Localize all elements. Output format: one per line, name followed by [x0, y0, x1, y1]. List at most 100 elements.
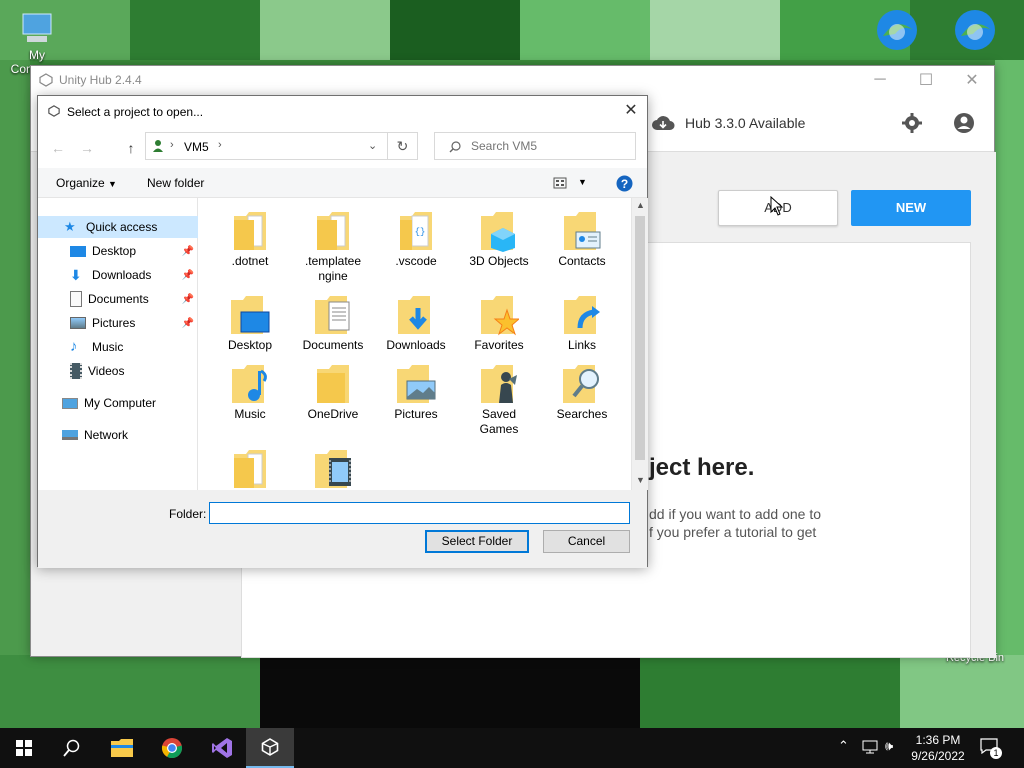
up-arrow-icon[interactable]: ↑ [122, 139, 140, 157]
help-icon[interactable]: ? [616, 175, 633, 192]
folder-item[interactable]: OneDrive [296, 363, 370, 422]
star-icon: ★ [64, 219, 76, 234]
edge-icon [877, 10, 917, 50]
file-explorer-taskbar-button[interactable] [98, 728, 146, 768]
windows-logo-icon [16, 740, 32, 756]
sidebar-item-label: Documents [88, 292, 149, 306]
folder-item[interactable] [296, 448, 370, 490]
refresh-button[interactable]: ↻ [388, 132, 418, 160]
chevron-down-icon[interactable]: ⌄ [368, 139, 377, 152]
forward-arrow-icon[interactable]: → [78, 139, 96, 157]
folder-item[interactable]: {} .vscode [379, 210, 453, 269]
code-folder-icon: {} [400, 212, 432, 250]
sidebar-item-downloads[interactable]: ⬇ Downloads 📌 [38, 264, 198, 286]
folder-item[interactable]: Saved Games [462, 363, 536, 437]
searches-folder-icon [563, 365, 599, 403]
clock-time: 1:36 PM [915, 733, 961, 747]
sidebar-item-quick-access[interactable]: ★ Quick access [38, 216, 198, 238]
hub-titlebar[interactable]: Unity Hub 2.4.4 ─ ☐ ✕ [31, 66, 994, 94]
saved-games-folder-icon [481, 365, 517, 403]
sidebar-item-videos[interactable]: Videos [38, 360, 198, 382]
clock-date: 9/26/2022 [911, 749, 965, 763]
sidebar-item-music[interactable]: ♪ Music [38, 336, 198, 358]
folder-item[interactable]: Searches [545, 363, 619, 422]
breadcrumb-current[interactable]: VM5 [184, 140, 209, 154]
sidebar-item-label: Pictures [92, 316, 136, 330]
sidebar-item-pictures[interactable]: Pictures 📌 [38, 312, 198, 334]
minimize-button[interactable]: ─ [857, 68, 903, 92]
edge-desktop-icon-2[interactable] [940, 6, 1010, 56]
folder-label: Saved [481, 407, 517, 421]
scroll-down-icon[interactable]: ▼ [636, 475, 645, 485]
pin-icon[interactable]: 📌 [182, 318, 194, 329]
chevron-down-icon[interactable]: ▼ [578, 177, 587, 187]
sidebar-item-label: My Computer [84, 396, 157, 410]
address-bar[interactable]: › VM5 › ⌄ [145, 132, 388, 160]
select-folder-button[interactable]: Select Folder [425, 530, 529, 553]
folder-item[interactable]: Contacts [545, 210, 619, 269]
folder-item[interactable]: Favorites [462, 294, 536, 353]
sidebar-item-my-computer[interactable]: My Computer [38, 392, 198, 414]
pin-icon[interactable]: 📌 [182, 294, 194, 305]
edge-desktop-icon-1[interactable] [862, 6, 932, 56]
folder-label: OneDrive [307, 407, 359, 421]
folder-label-line2: Games [479, 422, 519, 436]
sidebar-item-documents[interactable]: Documents 📌 [38, 288, 198, 310]
maximize-button[interactable]: ☐ [903, 68, 949, 92]
folder-input[interactable] [209, 502, 630, 524]
chevron-up-icon[interactable]: ⌃ [838, 738, 849, 754]
music-note-icon: ♪ [70, 338, 78, 355]
folder-item[interactable]: .dotnet [213, 210, 287, 269]
network-tray-icon[interactable] [862, 740, 878, 754]
folder-item[interactable]: .templatee ngine [296, 210, 370, 284]
search-box[interactable] [434, 132, 636, 160]
search-input[interactable] [471, 138, 631, 154]
folder-label: Documents [302, 338, 364, 352]
documents-folder-icon [315, 296, 350, 334]
pin-icon[interactable]: 📌 [182, 246, 194, 257]
hub-update-notice[interactable]: Hub 3.3.0 Available [651, 114, 805, 132]
notification-center-button[interactable]: 1 [980, 738, 1002, 759]
mouse-cursor-icon [770, 196, 784, 216]
scrollbar-thumb[interactable] [635, 216, 645, 460]
cancel-button[interactable]: Cancel [543, 530, 630, 553]
account-icon[interactable] [953, 112, 975, 134]
gear-icon[interactable] [901, 112, 923, 134]
onedrive-folder-icon [317, 365, 349, 403]
dialog-close-button[interactable]: ✕ [615, 96, 647, 126]
folder-item[interactable]: Music [213, 363, 287, 422]
folder-item[interactable]: Desktop [213, 294, 287, 353]
folder-item[interactable]: Links [545, 294, 619, 353]
pin-icon[interactable]: 📌 [182, 270, 194, 281]
scroll-up-icon[interactable]: ▲ [636, 200, 645, 210]
system-clock[interactable]: 1:36 PM 9/26/2022 [904, 732, 972, 764]
folder-item[interactable]: 3D Objects [462, 210, 536, 269]
unity-hub-taskbar-button[interactable] [246, 728, 294, 768]
new-folder-button[interactable]: New folder [147, 176, 204, 190]
folder-item[interactable]: Pictures [379, 363, 453, 422]
folder-item[interactable]: Documents [296, 294, 370, 353]
svg-text:?: ? [621, 177, 628, 191]
dialog-titlebar[interactable]: Select a project to open... ✕ [38, 96, 647, 126]
visual-studio-taskbar-button[interactable] [198, 728, 246, 768]
new-button[interactable]: NEW [851, 190, 971, 226]
sidebar-item-network[interactable]: Network [38, 424, 198, 446]
unity-logo-icon [39, 73, 53, 87]
file-list-scrollbar[interactable]: ▲ ▼ [631, 198, 648, 490]
chrome-taskbar-button[interactable] [148, 728, 196, 768]
search-taskbar-button[interactable] [48, 728, 96, 768]
computer-icon [62, 397, 78, 409]
close-button[interactable]: ✕ [949, 68, 995, 92]
back-arrow-icon[interactable]: ← [49, 139, 67, 157]
folder-label: .vscode [395, 254, 437, 268]
file-explorer-icon [111, 739, 133, 757]
organize-menu[interactable]: Organize ▼ [56, 176, 117, 190]
speaker-icon[interactable]: 🕪 [885, 738, 893, 754]
start-button[interactable] [0, 728, 48, 768]
folder-item[interactable]: Downloads [379, 294, 453, 353]
folder-label: .templatee [304, 254, 362, 268]
folder-label-line2: ngine [318, 269, 348, 283]
folder-item[interactable] [213, 448, 287, 490]
sidebar-item-desktop[interactable]: Desktop 📌 [38, 240, 198, 262]
view-options-icon[interactable] [553, 177, 567, 189]
